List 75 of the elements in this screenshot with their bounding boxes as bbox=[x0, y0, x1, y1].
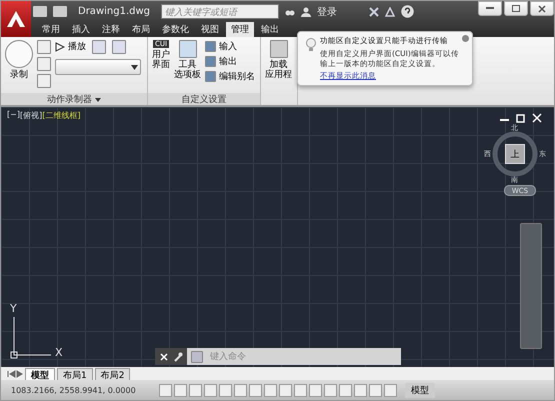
status-toggle-button[interactable] bbox=[159, 384, 172, 396]
lightbulb-icon bbox=[306, 38, 316, 52]
status-toggle-button[interactable] bbox=[384, 384, 397, 396]
minimize-icon bbox=[486, 7, 494, 10]
status-toggle-button[interactable] bbox=[369, 384, 382, 396]
dropdown-caret-icon bbox=[94, 98, 101, 102]
status-toggle-button[interactable] bbox=[294, 384, 307, 396]
navigation-bar[interactable] bbox=[520, 223, 542, 349]
play-icon bbox=[55, 42, 65, 52]
panel-title: 自定义设置 bbox=[148, 93, 260, 105]
navigation-arrows-icon[interactable] bbox=[7, 370, 23, 378]
ribbon-tab[interactable]: 插入 bbox=[67, 22, 95, 37]
play-button[interactable]: 播放 bbox=[55, 40, 86, 53]
status-toggle-button[interactable] bbox=[264, 384, 277, 396]
wrench-icon[interactable] bbox=[173, 352, 183, 362]
customize-action-button[interactable]: 输入 bbox=[205, 40, 255, 53]
circle-icon bbox=[5, 40, 33, 68]
logo-icon bbox=[7, 11, 25, 27]
x-axis-label: X bbox=[55, 347, 63, 358]
ribbon-tab[interactable]: 输出 bbox=[256, 22, 284, 37]
command-line-handle[interactable] bbox=[155, 348, 187, 365]
ribbon-tab[interactable]: 管理 bbox=[226, 22, 254, 37]
ribbon-tab[interactable]: 布局 bbox=[127, 22, 155, 37]
ribbon-tab[interactable]: 注释 bbox=[97, 22, 125, 37]
ribbon-tab[interactable]: 常用 bbox=[37, 22, 65, 37]
record-button[interactable]: 录制 bbox=[5, 40, 33, 80]
status-toggle-button[interactable] bbox=[219, 384, 232, 396]
status-toggle-button[interactable] bbox=[249, 384, 262, 396]
close-icon[interactable] bbox=[159, 352, 169, 362]
customize-action-button[interactable]: 编辑别名 bbox=[205, 70, 255, 83]
user-icon[interactable] bbox=[301, 6, 311, 16]
layout-tab[interactable]: 布局2 bbox=[94, 368, 130, 380]
viewport-control[interactable]: [−] bbox=[7, 110, 20, 121]
viewport-control[interactable]: [二维线框] bbox=[42, 110, 80, 121]
tool-palettes-button[interactable]: 工具 选项板 bbox=[174, 40, 201, 81]
customize-action-button[interactable]: 输出 bbox=[205, 55, 255, 68]
load-application-button[interactable]: 加载 应用程 bbox=[265, 40, 292, 81]
coordinates: 1083.2166, 2558.9941, 0.0000 bbox=[11, 386, 137, 394]
status-toggle-button[interactable] bbox=[279, 384, 292, 396]
status-toggle-button[interactable] bbox=[234, 384, 247, 396]
status-toggle-button[interactable] bbox=[189, 384, 202, 396]
help-icon[interactable] bbox=[401, 5, 414, 18]
close-button[interactable] bbox=[530, 1, 554, 16]
ribbon-tab[interactable]: 视图 bbox=[196, 22, 224, 37]
status-toggle-button[interactable] bbox=[204, 384, 217, 396]
restore-icon[interactable] bbox=[516, 113, 526, 123]
y-axis-label: Y bbox=[10, 303, 17, 314]
login-link[interactable]: 登录 bbox=[317, 4, 337, 18]
status-toggle-button[interactable] bbox=[309, 384, 322, 396]
status-toggle-button[interactable] bbox=[339, 384, 352, 396]
layout-tab[interactable]: 模型 bbox=[25, 368, 55, 380]
macro-dropdown[interactable] bbox=[55, 59, 141, 75]
dropdown-caret-icon bbox=[131, 64, 138, 70]
command-input[interactable]: 键入命令 bbox=[207, 348, 401, 365]
view-top-face[interactable]: 上 bbox=[505, 144, 525, 164]
close-icon[interactable] bbox=[532, 113, 542, 123]
status-toggle-button[interactable] bbox=[354, 384, 367, 396]
maximize-icon bbox=[512, 5, 520, 12]
close-icon bbox=[538, 4, 546, 12]
application-menu-button[interactable] bbox=[1, 1, 31, 37]
model-space-button[interactable]: 模型 bbox=[405, 382, 435, 398]
status-toggle-button[interactable] bbox=[174, 384, 187, 396]
panel-title[interactable]: 动作录制器 bbox=[1, 93, 147, 105]
ucs-axes-icon bbox=[9, 317, 51, 359]
layout-tab[interactable]: 布局1 bbox=[57, 368, 93, 380]
maximize-button[interactable] bbox=[504, 1, 528, 16]
minimize-button[interactable] bbox=[478, 1, 502, 16]
search-field[interactable]: 键入关键字或短语 bbox=[161, 4, 279, 19]
ribbon-tab[interactable]: 参数化 bbox=[157, 22, 194, 37]
viewport-control[interactable]: [俯视] bbox=[20, 110, 42, 121]
file-name: Drawing1.dwg bbox=[77, 5, 151, 18]
status-toggle-button[interactable] bbox=[324, 384, 337, 396]
x-icon[interactable] bbox=[369, 6, 379, 16]
compass-ring-drawing bbox=[492, 131, 538, 177]
triangle-icon[interactable] bbox=[385, 6, 395, 16]
